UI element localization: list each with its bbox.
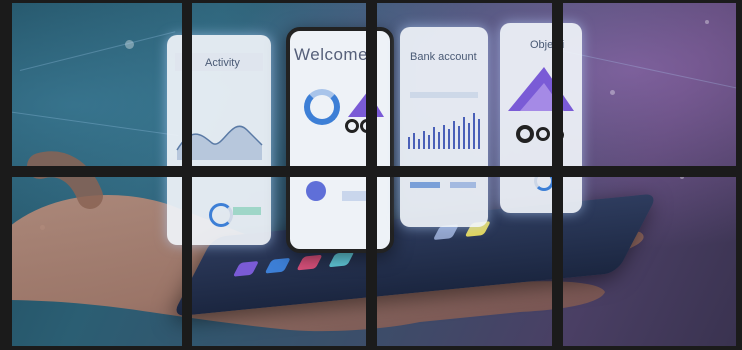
bank-account-title: Bank account bbox=[410, 51, 477, 63]
app-icon bbox=[264, 257, 291, 274]
app-icon bbox=[296, 254, 323, 271]
tab-bar bbox=[410, 92, 478, 98]
grid-vertical-divider bbox=[366, 0, 377, 350]
list-item bbox=[233, 207, 261, 215]
ring-icon bbox=[516, 125, 534, 143]
app-icon bbox=[232, 260, 260, 277]
ring-icon bbox=[345, 119, 359, 133]
avatar bbox=[306, 181, 326, 201]
app-icon bbox=[328, 251, 355, 268]
ring-icon bbox=[536, 127, 550, 141]
activity-title: Activity bbox=[205, 57, 240, 69]
list-item bbox=[410, 182, 440, 188]
welcome-title: Welcome bbox=[294, 45, 369, 64]
list-item bbox=[450, 182, 476, 188]
grid-vertical-divider bbox=[182, 0, 192, 350]
bar-chart bbox=[408, 113, 480, 149]
photo-scene: Activity Welcome Bank account Objecti bbox=[0, 0, 742, 350]
grid-vertical-divider bbox=[552, 0, 563, 350]
bank-account-screen: Bank account bbox=[400, 27, 488, 227]
welcome-phone: Welcome bbox=[286, 27, 394, 253]
progress-ring-icon bbox=[209, 203, 233, 227]
donut-chart bbox=[304, 89, 340, 125]
objective-screen: Objecti bbox=[500, 23, 582, 213]
mountain-chart bbox=[508, 67, 574, 111]
